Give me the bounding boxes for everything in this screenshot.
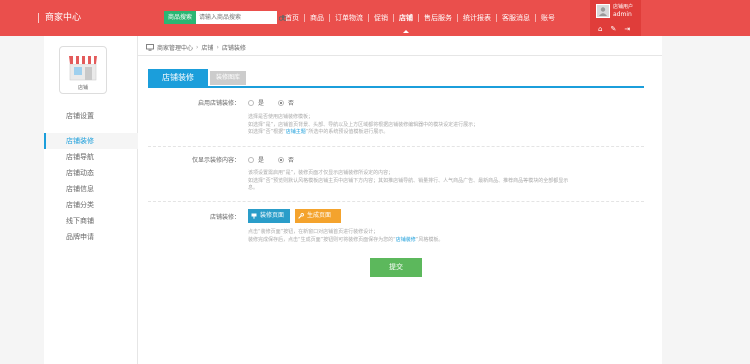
search-input[interactable] <box>196 11 278 24</box>
sidebar-item-store-news[interactable]: 店铺动态 <box>44 165 138 181</box>
sidebar-item-store-settings[interactable]: 店铺设置 <box>44 108 138 124</box>
button-label: 装修页面 <box>260 212 285 219</box>
main-content: 商家管理中心 › 店铺 › 店铺装修 店铺装修 装修图库 启用店铺装修： 是 否… <box>138 36 662 364</box>
home-icon[interactable]: ⌂ <box>598 25 602 33</box>
nav-account[interactable]: 账号 <box>536 14 560 22</box>
user-name: admin <box>613 11 632 18</box>
divider <box>138 55 662 56</box>
help-highlight: 店铺主题 <box>285 129 306 135</box>
enable-decoration-help: 选择是否使用店铺装修模板； 如选择“是”，店铺首页背景、头部、导航以及上方区域都… <box>248 114 478 137</box>
monitor-icon <box>146 44 154 51</box>
decorate-page-button[interactable]: 装修页面 <box>248 209 290 223</box>
help-line: 点击“装修页面”按钮，在新窗口对店铺首页进行装修设计； <box>248 229 379 235</box>
radio-label: 是 <box>258 100 265 107</box>
wrench-icon[interactable]: ✎ <box>610 25 616 33</box>
nav-store[interactable]: 店铺 <box>394 13 419 33</box>
top-header: 商家中心 商品搜索 首页 商品 订单物流 促销 店铺 售后服务 统计报表 客服消… <box>0 0 750 36</box>
breadcrumb: 商家管理中心 › 店铺 › 店铺装修 <box>146 43 246 52</box>
radio-label: 否 <box>288 157 295 164</box>
breadcrumb-current: 店铺装修 <box>221 45 246 52</box>
help-highlight: 店铺装修 <box>395 236 416 243</box>
enable-decoration-no[interactable]: 否 <box>278 98 294 107</box>
sidebar-item-offline-stores[interactable]: 线下商铺 <box>44 213 138 229</box>
nav-goods[interactable]: 商品 <box>305 13 330 22</box>
store-logo-label: 店铺 <box>77 85 88 91</box>
brand-title: 商家中心 <box>38 13 81 23</box>
only-decoration-label: 仅显示装修内容： <box>191 157 240 164</box>
breadcrumb-item[interactable]: 店铺 <box>201 43 213 52</box>
dashed-divider <box>148 201 644 202</box>
radio-label: 否 <box>288 100 295 107</box>
nav-messages[interactable]: 客服消息 <box>497 13 536 22</box>
search-bar: 商品搜索 <box>164 11 288 24</box>
radio-button[interactable] <box>248 99 254 106</box>
user-role: 店铺用户 <box>613 4 634 10</box>
only-decoration-radios: 是 否 <box>248 155 294 164</box>
nav-after-sales[interactable]: 售后服务 <box>419 13 458 22</box>
submit-button[interactable]: 提交 <box>370 258 422 277</box>
breadcrumb-item[interactable]: 商家管理中心 <box>157 43 193 52</box>
field-label-wrap: 店铺装修： <box>138 212 240 221</box>
nav-orders[interactable]: 订单物流 <box>330 13 369 22</box>
radio-button[interactable] <box>248 156 254 163</box>
dashed-divider <box>148 146 644 147</box>
store-decoration-help: 点击“装修页面”按钮，在新窗口对店铺首页进行装修设计； 装修完成保存后，点击“生… <box>248 229 443 244</box>
help-line: 装修完成保存后，点击“生成页面”按钮则可将装修页面保存为您的“店铺装修”风格模板… <box>248 236 444 243</box>
breadcrumb-separator: › <box>216 44 219 51</box>
help-line: 如选择“是”，店铺首页背景、头部、导航以及上方区域都将根据店铺装修编辑器中的模块… <box>248 121 479 128</box>
sidebar: 店铺 店铺设置 店铺装修 店铺导航 店铺动态 店铺信息 店铺分类 线下商铺 品牌… <box>44 36 138 364</box>
store-decoration-label: 店铺装修： <box>209 214 240 221</box>
help-line: 如选择“否”根据“店铺主题”所选中的系统预设值模板进行展示。 <box>248 129 389 135</box>
help-line: 选择是否使用店铺装修模板； <box>248 114 314 120</box>
enable-decoration-label: 启用店铺装修： <box>197 100 240 107</box>
avatar[interactable] <box>596 4 610 18</box>
only-decoration-help: 该项设置需启用“是”，装修页面才仅显示店铺装修所设定的内容； 如选择“否”预览则… <box>248 170 568 193</box>
only-decoration-yes[interactable]: 是 <box>248 155 264 164</box>
sidebar-item-brand-apply[interactable]: 品牌申请 <box>44 229 138 245</box>
enable-decoration-yes[interactable]: 是 <box>248 98 264 107</box>
field-label-wrap: 启用店铺装修： <box>138 98 240 107</box>
user-panel: 店铺用户 admin ⌂ ✎ ⇥ <box>590 0 641 36</box>
tab-bar: 店铺装修 装修图库 <box>148 69 644 88</box>
tab-store-decoration[interactable]: 店铺装修 <box>148 69 208 87</box>
radio-label: 是 <box>258 157 265 164</box>
sidebar-item-store-navigation[interactable]: 店铺导航 <box>44 149 138 165</box>
radio-button[interactable] <box>278 99 285 106</box>
field-label-wrap: 仅显示装修内容： <box>138 155 240 164</box>
only-decoration-no[interactable]: 否 <box>278 155 294 164</box>
radio-button[interactable] <box>278 156 285 163</box>
paint-icon <box>251 213 257 219</box>
store-logo: 店铺 <box>59 46 107 94</box>
enable-decoration-radios: 是 否 <box>248 98 294 107</box>
logout-icon[interactable]: ⇥ <box>624 25 630 33</box>
sidebar-item-store-category[interactable]: 店铺分类 <box>44 197 138 213</box>
help-line: 如选择“否”预览则默认风格模板店铺主页中店铺下方内容；其如推店铺导航、销量排行、… <box>248 177 569 184</box>
breadcrumb-separator: › <box>196 44 199 51</box>
side-menu: 店铺设置 店铺装修 店铺导航 店铺动态 店铺信息 店铺分类 线下商铺 品牌申请 <box>44 108 138 245</box>
sidebar-item-store-decoration[interactable]: 店铺装修 <box>44 133 138 149</box>
main-nav: 首页 商品 订单物流 促销 店铺 售后服务 统计报表 客服消息 账号 <box>280 11 560 33</box>
button-label: 生成页面 <box>307 212 332 219</box>
help-line: 该项设置需启用“是”，装修页面才仅显示店铺装修所设定的内容； <box>248 170 394 176</box>
storefront-icon <box>69 56 97 81</box>
user-actions: ⌂ ✎ ⇥ <box>598 25 630 33</box>
generate-page-button[interactable]: 生成页面 <box>295 209 341 223</box>
nav-statistics[interactable]: 统计报表 <box>458 13 497 22</box>
help-line: 息。 <box>248 185 259 191</box>
nav-promotion[interactable]: 促销 <box>369 13 394 22</box>
search-type-select[interactable]: 商品搜索 <box>164 11 197 24</box>
user-icon <box>599 7 607 16</box>
tab-decoration-gallery[interactable]: 装修图库 <box>210 71 246 85</box>
nav-home[interactable]: 首页 <box>280 13 305 22</box>
sidebar-item-store-info[interactable]: 店铺信息 <box>44 181 138 197</box>
wrench-icon <box>298 213 304 219</box>
